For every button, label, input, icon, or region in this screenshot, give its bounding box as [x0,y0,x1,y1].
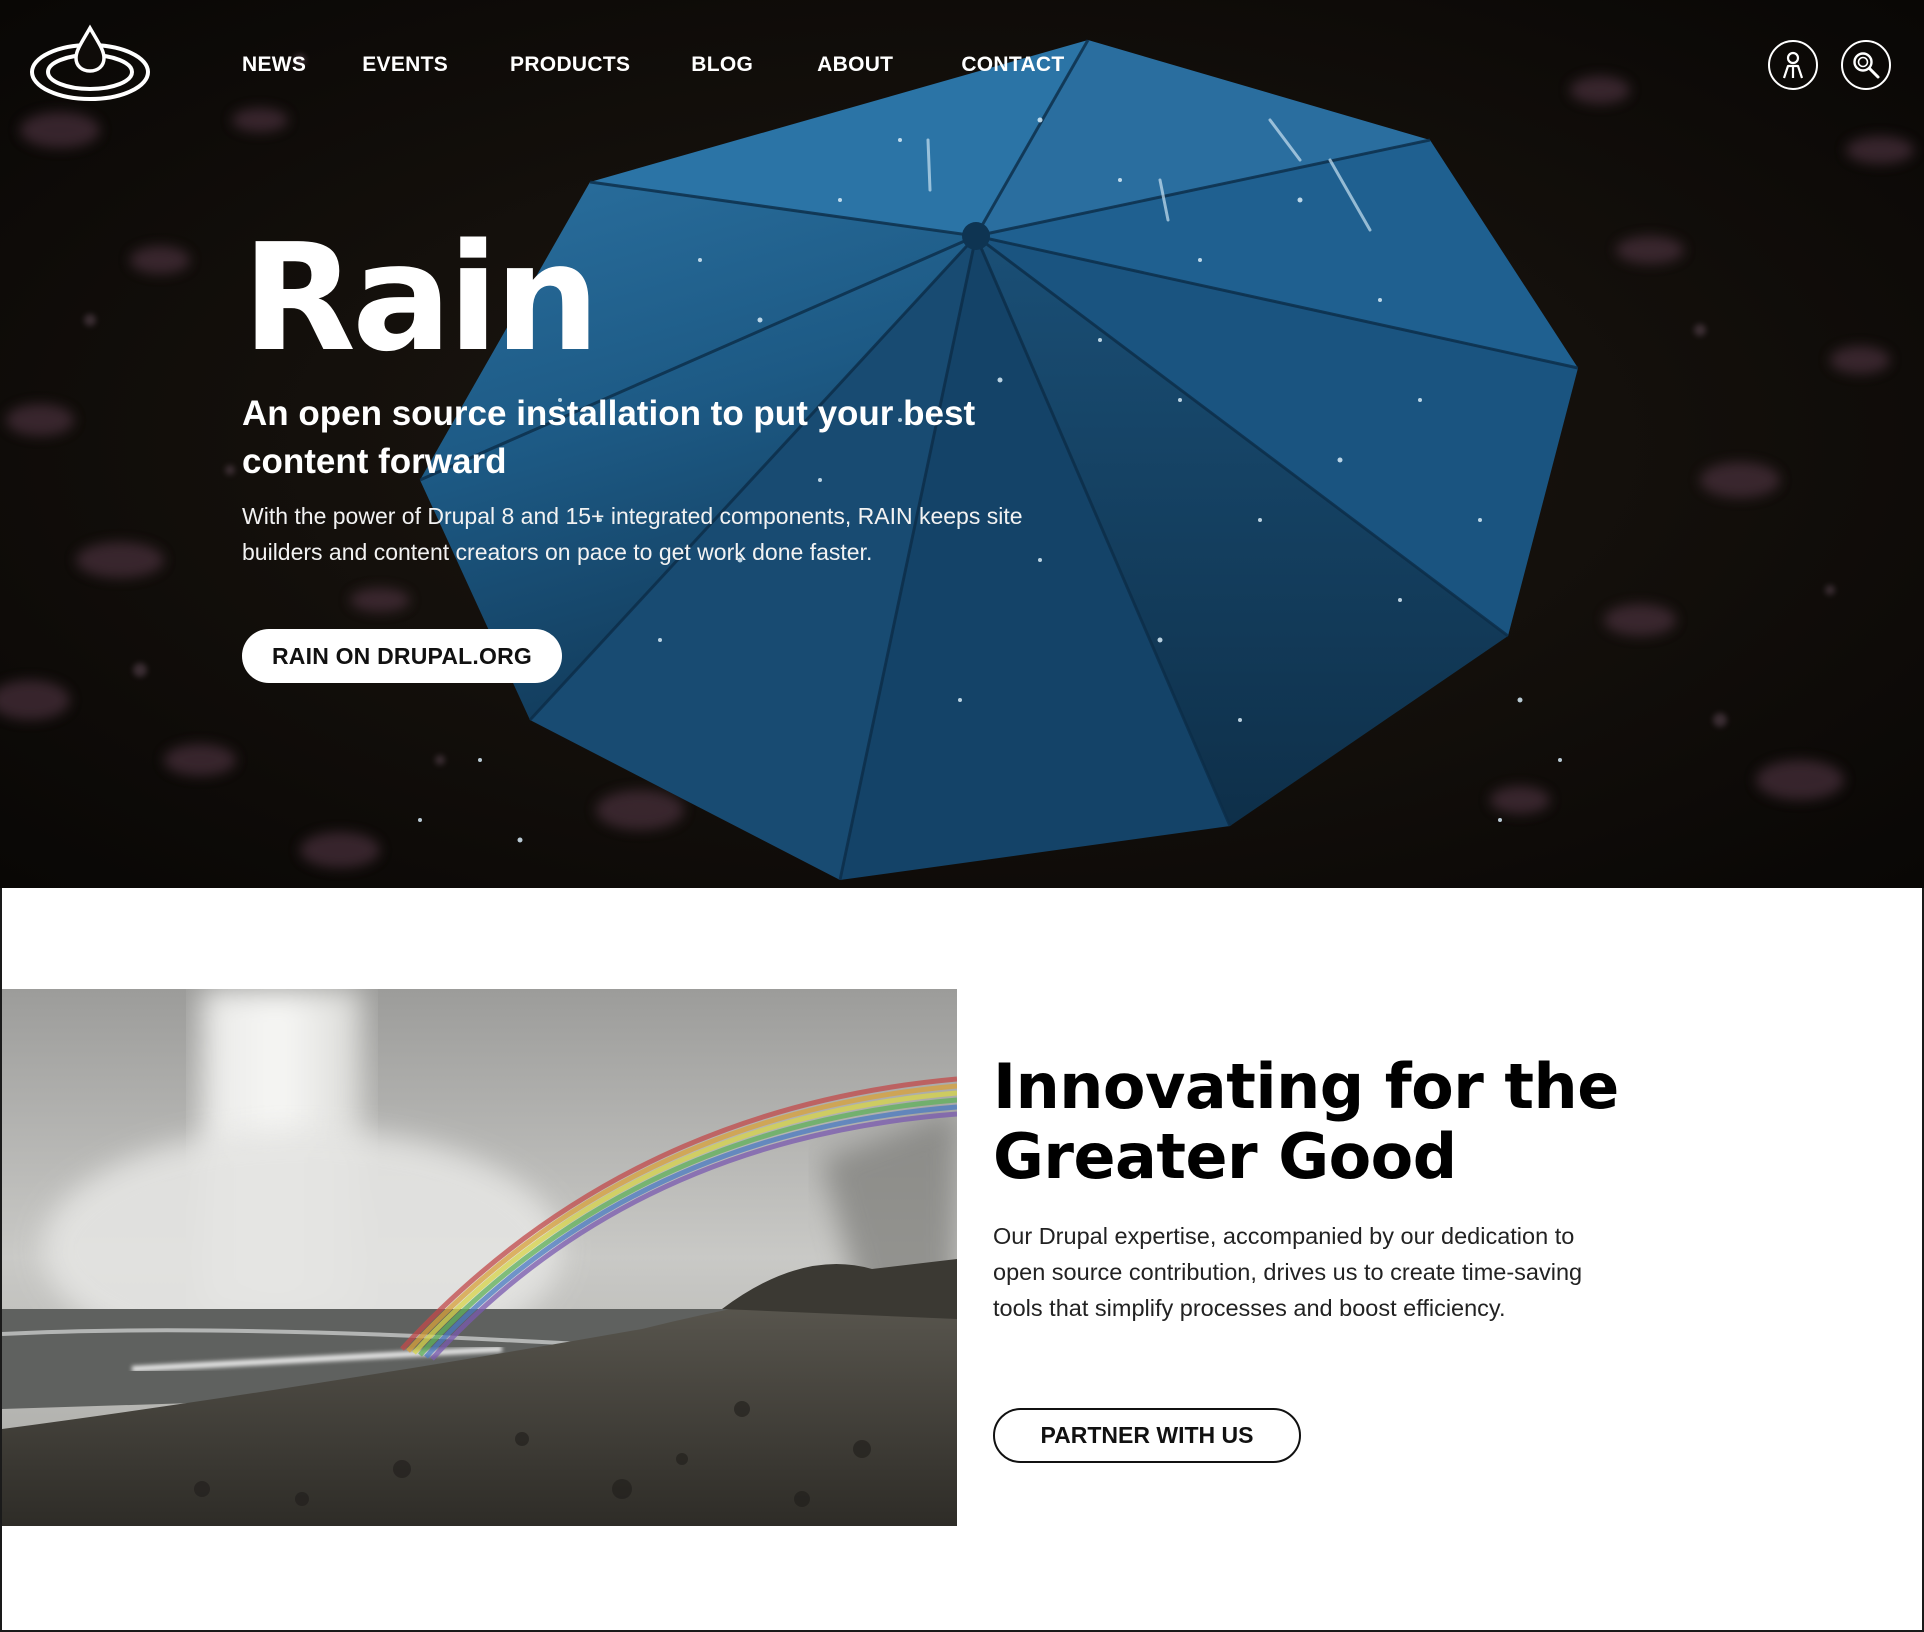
user-icon [1782,51,1804,79]
nav-item-news[interactable]: NEWS [242,50,306,80]
partner-with-us-button[interactable]: PARTNER WITH US [993,1408,1301,1463]
user-account-button[interactable] [1768,40,1818,90]
search-icon [1853,52,1880,79]
rain-on-drupal-button[interactable]: RAIN ON DRUPAL.ORG [242,629,562,683]
top-navigation: NEWS EVENTS PRODUCTS BLOG ABOUT CONTACT [0,0,1924,130]
feature-section: Innovating for the Greater Good Our Drup… [0,888,1924,1632]
search-button[interactable] [1841,40,1891,90]
hero-subtitle: An open source installation to put your … [242,394,976,481]
nav-item-products[interactable]: PRODUCTS [510,50,630,80]
nav-item-about[interactable]: ABOUT [817,50,893,80]
main-menu: NEWS EVENTS PRODUCTS BLOG ABOUT CONTACT [242,50,1065,80]
nav-item-events[interactable]: EVENTS [362,50,448,80]
hero-description: With the power of Drupal 8 and 15+ integ… [242,503,1023,565]
nav-item-contact[interactable]: CONTACT [961,50,1064,80]
waterfall-rainbow-image [2,989,957,1526]
nav-item-blog[interactable]: BLOG [691,50,753,80]
hero-title: Rain [242,212,600,384]
feature-title: Innovating for the Greater Good [993,1050,1619,1193]
feature-description: Our Drupal expertise, accompanied by our… [993,1223,1583,1321]
rain-logo-icon[interactable] [28,24,152,104]
hero-section: NEWS EVENTS PRODUCTS BLOG ABOUT CONTACT … [0,0,1924,888]
page-border-left [0,888,2,1632]
